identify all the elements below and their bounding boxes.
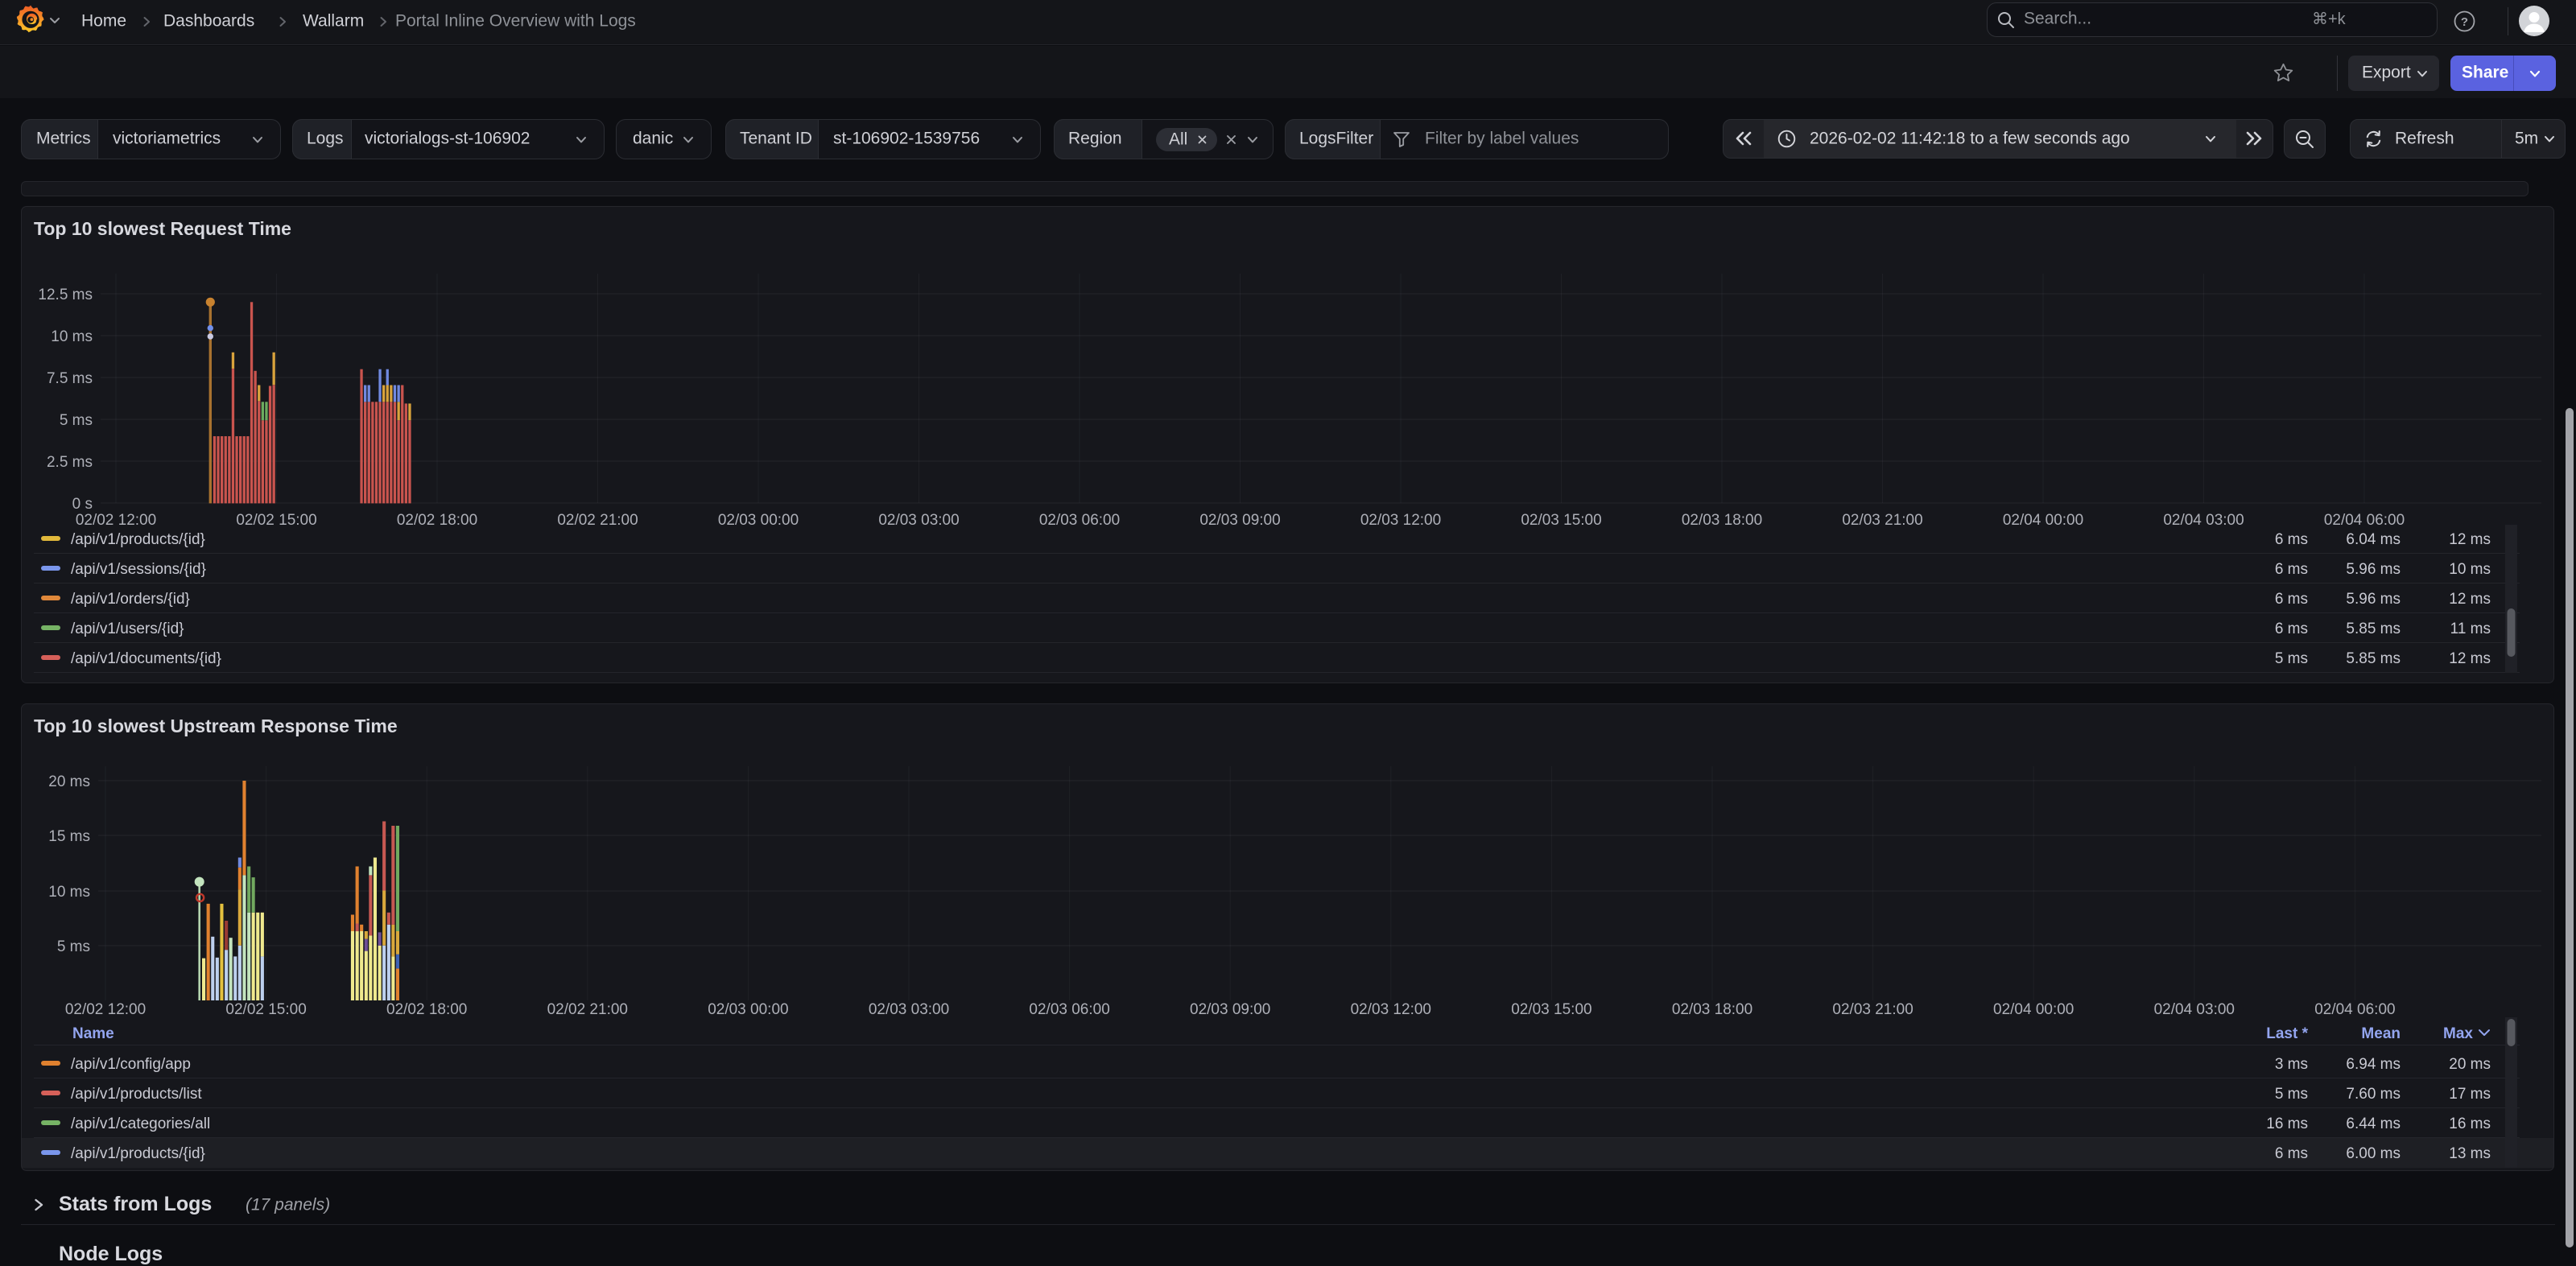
svg-text:20 ms: 20 ms [2449,1056,2491,1073]
svg-text:17 ms: 17 ms [2449,1086,2491,1103]
svg-text:/api/v1/products/list: /api/v1/products/list [71,1086,202,1103]
svg-text:3 ms: 3 ms [2275,1056,2308,1073]
svg-text:Max: Max [2443,1025,2473,1042]
svg-text:6.00 ms: 6.00 ms [2346,1145,2401,1162]
svg-text:7.60 ms: 7.60 ms [2346,1086,2401,1103]
svg-text:Last *: Last * [2266,1025,2308,1042]
svg-text:16 ms: 16 ms [2449,1115,2491,1132]
svg-text:13 ms: 13 ms [2449,1145,2491,1162]
svg-text:/api/v1/config/app: /api/v1/config/app [71,1056,191,1073]
svg-text:16 ms: 16 ms [2266,1115,2308,1132]
svg-text:6 ms: 6 ms [2275,1145,2308,1162]
svg-text:6.94 ms: 6.94 ms [2346,1056,2401,1073]
svg-text:Mean: Mean [2361,1025,2401,1042]
svg-text:5 ms: 5 ms [2275,1086,2308,1103]
svg-text:/api/v1/products/{id}: /api/v1/products/{id} [71,1145,205,1162]
svg-text:/api/v1/categories/all: /api/v1/categories/all [71,1115,210,1132]
svg-text:Name: Name [72,1025,114,1042]
svg-text:6.44 ms: 6.44 ms [2346,1115,2401,1132]
